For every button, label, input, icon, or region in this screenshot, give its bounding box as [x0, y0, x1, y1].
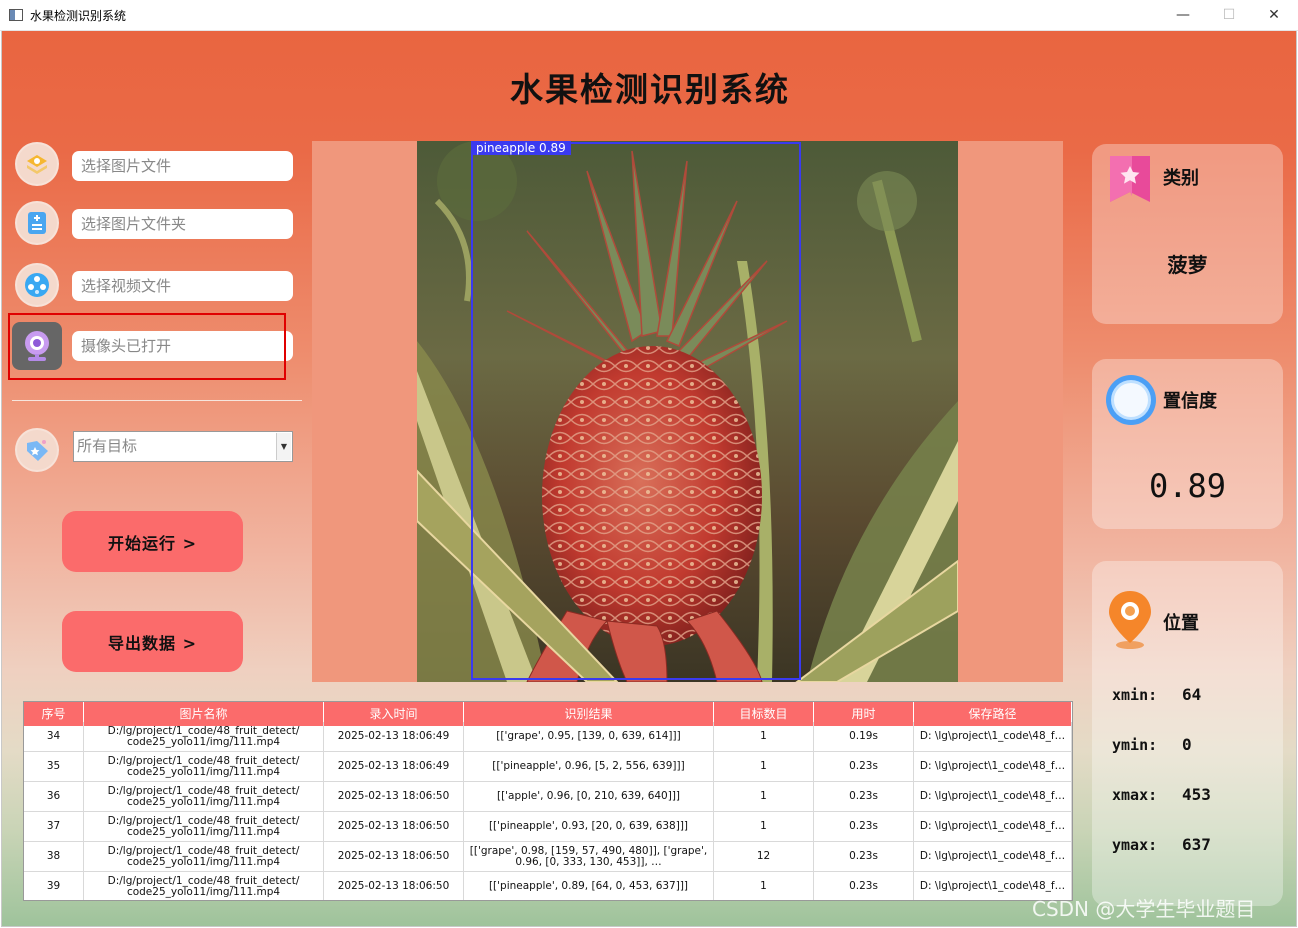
image-folder-input[interactable]: 选择图片文件夹 [72, 209, 293, 239]
page-title: 水果检测识别系统 [510, 70, 790, 109]
table-row[interactable]: 36 D:/lg/project/1_code/48_fruit_detect/ … [24, 782, 1072, 812]
cell-save-path: D: \lg\project\1_code\48_f… [914, 722, 1072, 751]
cell-count: 1 [714, 782, 814, 811]
category-value: 菠萝 [1167, 253, 1208, 277]
table-row[interactable]: 38 D:/lg/project/1_code/48_fruit_detect/ … [24, 842, 1072, 872]
cell-result: [['grape', 0.98, [159, 57, 490, 480]], [… [464, 842, 714, 871]
tag-icon [17, 430, 57, 470]
cell-result: [['pineapple', 0.89, [64, 0, 453, 637]]] [464, 872, 714, 900]
cell-index: 36 [24, 782, 84, 811]
detection-bounding-box [471, 142, 801, 680]
ymax-value: 637 [1182, 835, 1211, 854]
watermark: CSDN @大学生毕业题目 [1032, 897, 1256, 921]
cell-index: 35 [24, 752, 84, 781]
cell-save-path: D: \lg\project\1_code\48_f… [914, 842, 1072, 871]
detection-image: pineapple 0.89 [417, 141, 958, 682]
ymin-value: 0 [1182, 735, 1192, 754]
cell-image-name: D:/lg/project/1_code/48_fruit_detect/ co… [84, 722, 324, 751]
cell-count: 12 [714, 842, 814, 871]
minimize-button[interactable]: — [1160, 0, 1206, 30]
cell-count: 1 [714, 872, 814, 900]
cell-index: 39 [24, 872, 84, 900]
confidence-card: 置信度 0.89 [1092, 359, 1283, 529]
maximize-button[interactable]: ☐ [1206, 0, 1252, 30]
video-file-input[interactable]: 选择视频文件 [72, 271, 293, 301]
cell-image-name: D:/lg/project/1_code/48_fruit_detect/ co… [84, 842, 324, 871]
cell-save-path: D: \lg\project\1_code\48_f… [914, 812, 1072, 841]
position-card: 位置 xmin: 64 ymin: 0 xmax: 453 ymax: 637 [1092, 561, 1283, 906]
camera-highlight-box [8, 313, 286, 380]
cell-time: 2025-02-13 18:06:50 [324, 812, 464, 841]
cell-duration: 0.23s [814, 872, 914, 900]
cell-image-name: D:/lg/project/1_code/48_fruit_detect/ co… [84, 872, 324, 900]
cell-image-name: D:/lg/project/1_code/48_fruit_detect/ co… [84, 752, 324, 781]
confidence-label: 置信度 [1163, 391, 1217, 412]
cell-duration: 0.23s [814, 752, 914, 781]
cell-image-name: D:/lg/project/1_code/48_fruit_detect/ co… [84, 782, 324, 811]
table-body: 34 D:/lg/project/1_code/48_fruit_detect/ … [24, 722, 1072, 900]
cell-image-name: D:/lg/project/1_code/48_fruit_detect/ co… [84, 812, 324, 841]
cell-result: [['apple', 0.96, [0, 210, 639, 640]]] [464, 782, 714, 811]
xmax-label: xmax: [1112, 786, 1158, 804]
cell-count: 1 [714, 752, 814, 781]
window-title: 水果检测识别系统 [30, 9, 127, 23]
folder-icon[interactable] [17, 203, 57, 243]
cell-index: 37 [24, 812, 84, 841]
cell-time: 2025-02-13 18:06:50 [324, 842, 464, 871]
main-window: 水果检测识别系统 选择图片文件 选择图片文件夹 选择视频文件 摄像头已打开 所有… [1, 31, 1297, 927]
xmin-label: xmin: [1112, 686, 1158, 704]
cell-duration: 0.23s [814, 782, 914, 811]
cell-duration: 0.19s [814, 722, 914, 751]
chevron-down-icon[interactable]: ▼ [276, 433, 291, 460]
cell-duration: 0.23s [814, 812, 914, 841]
results-table[interactable]: 序号 图片名称 录入时间 识别结果 目标数目 用时 保存路径 34 D:/lg/p… [23, 701, 1073, 901]
cell-duration: 0.23s [814, 842, 914, 871]
export-button[interactable]: 导出数据 > [62, 611, 243, 672]
position-label: 位置 [1163, 613, 1199, 634]
ymin-label: ymin: [1112, 736, 1158, 754]
table-row[interactable]: 35 D:/lg/project/1_code/48_fruit_detect/ … [24, 752, 1072, 782]
cell-index: 38 [24, 842, 84, 871]
category-card: 类别 菠萝 [1092, 144, 1283, 324]
cell-result: [['grape', 0.95, [139, 0, 639, 614]]] [464, 722, 714, 751]
target-select[interactable]: 所有目标 ▼ [73, 431, 293, 462]
detection-label: pineapple 0.89 [471, 141, 571, 155]
cell-time: 2025-02-13 18:06:49 [324, 752, 464, 781]
target-select-value: 所有目标 [77, 437, 138, 455]
cell-save-path: D: \lg\project\1_code\48_f… [914, 782, 1072, 811]
bookmark-star-icon [1110, 156, 1150, 202]
divider [12, 400, 302, 401]
ymax-label: ymax: [1112, 836, 1158, 854]
video-icon[interactable] [17, 265, 57, 305]
xmax-value: 453 [1182, 785, 1211, 804]
location-pin-icon [1109, 591, 1151, 649]
table-row[interactable]: 34 D:/lg/project/1_code/48_fruit_detect/ … [24, 722, 1072, 752]
cell-result: [['pineapple', 0.96, [5, 2, 556, 639]]] [464, 752, 714, 781]
gauge-circle-icon [1106, 375, 1156, 425]
close-button[interactable]: ✕ [1251, 0, 1297, 30]
cell-time: 2025-02-13 18:06:49 [324, 722, 464, 751]
cell-save-path: D: \lg\project\1_code\48_f… [914, 752, 1072, 781]
category-label: 类别 [1163, 168, 1199, 189]
table-row[interactable]: 37 D:/lg/project/1_code/48_fruit_detect/ … [24, 812, 1072, 842]
xmin-value: 64 [1182, 685, 1202, 704]
cell-index: 34 [24, 722, 84, 751]
table-row[interactable]: 39 D:/lg/project/1_code/48_fruit_detect/ … [24, 872, 1072, 900]
confidence-value: 0.89 [1148, 467, 1227, 505]
cell-result: [['pineapple', 0.93, [20, 0, 639, 638]]] [464, 812, 714, 841]
cell-time: 2025-02-13 18:06:50 [324, 872, 464, 900]
image-file-input[interactable]: 选择图片文件 [72, 151, 293, 181]
start-button[interactable]: 开始运行 > [62, 511, 243, 572]
cell-count: 1 [714, 812, 814, 841]
cell-time: 2025-02-13 18:06:50 [324, 782, 464, 811]
window-titlebar: 水果检测识别系统 — ☐ ✕ [0, 0, 1298, 31]
cell-count: 1 [714, 722, 814, 751]
image-display-panel: pineapple 0.89 [312, 141, 1063, 682]
image-file-icon[interactable] [17, 144, 57, 184]
app-icon [9, 9, 23, 21]
